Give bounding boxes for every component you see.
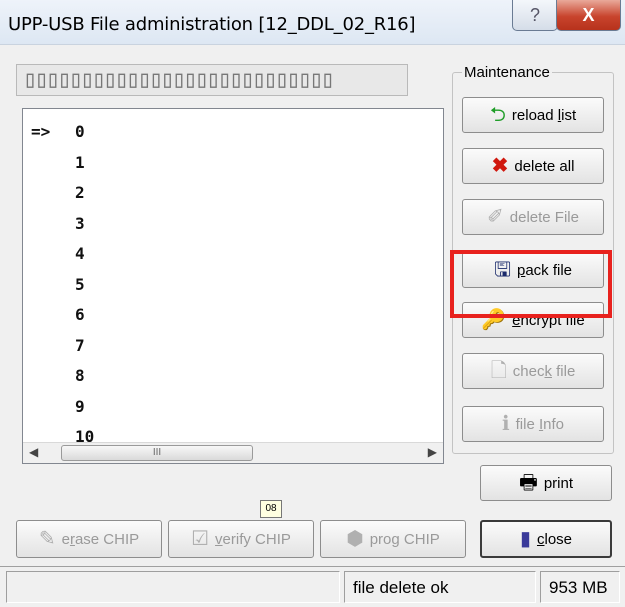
verify-chip-button[interactable]: ☑ verify CHIP — [168, 520, 314, 558]
eraser-icon: ✐ — [487, 206, 504, 228]
close-button[interactable]: ▮ close — [480, 520, 612, 558]
file-info-button[interactable]: ℹ file Info — [462, 406, 604, 442]
pencil-icon: ✎ — [38, 528, 56, 550]
horizontal-scrollbar[interactable]: ◀ III ▶ — [23, 442, 443, 463]
reload-icon: ⮌ — [489, 104, 506, 126]
list-item[interactable]: 1 — [23, 148, 443, 179]
delete-file-label: delete File — [509, 208, 579, 226]
delete-x-icon: ✖ — [491, 155, 509, 177]
list-item-label: 7 — [75, 335, 85, 355]
verify-chip-label: verify CHIP — [215, 530, 291, 548]
erase-chip-button[interactable]: ✎ erase CHIP — [16, 520, 162, 558]
list-item[interactable]: 6 — [23, 300, 443, 331]
scroll-left-icon[interactable]: ◀ — [29, 445, 38, 459]
help-icon: ? — [529, 4, 540, 25]
prog-chip-label: prog CHIP — [369, 530, 440, 548]
reload-list-label: reload list — [511, 106, 577, 124]
list-item-label: 5 — [75, 274, 85, 294]
list-item-marker: => — [31, 122, 51, 141]
check-file-label: check file — [512, 362, 576, 380]
status-bar: file delete ok 953 MB — [0, 566, 625, 607]
list-item[interactable]: 3 — [23, 209, 443, 240]
list-item-label: 8 — [75, 366, 85, 385]
list-item[interactable]: 5 — [23, 270, 443, 301]
chip-icon: ⬢ — [346, 528, 364, 550]
list-item-label: 1 — [75, 152, 85, 172]
list-item[interactable]: 7 — [23, 331, 443, 362]
delete-file-button[interactable]: ✐ delete File — [462, 199, 604, 235]
printer-icon: 🖶 — [518, 472, 538, 494]
door-icon: ▮ — [519, 528, 531, 550]
list-item-label: 9 — [75, 396, 85, 416]
encrypt-file-label: encrypt file — [512, 311, 585, 329]
status-message: file delete ok — [344, 571, 536, 603]
list-item[interactable]: 9 — [23, 392, 443, 423]
checklist-icon: ☑ — [191, 528, 210, 550]
maintenance-label: Maintenance — [462, 64, 552, 81]
prog-chip-button[interactable]: ⬢ prog CHIP — [320, 520, 466, 558]
close-icon: X — [582, 4, 595, 25]
list-item[interactable]: 2 — [23, 178, 443, 209]
help-button[interactable]: ? — [512, 0, 558, 31]
pack-file-button[interactable]: 🖫 pack file — [462, 252, 604, 288]
tooltip: 08 — [260, 500, 282, 518]
delete-all-label: delete all — [514, 157, 575, 175]
list-item[interactable]: 8 — [23, 361, 443, 392]
reload-list-button[interactable]: ⮌ reload list — [462, 97, 604, 133]
print-label: print — [543, 474, 574, 492]
print-button[interactable]: 🖶 print — [480, 465, 612, 501]
title-bar: UPP-USB File administration [12_DDL_02_R… — [0, 0, 625, 45]
list-item[interactable]: => 0 — [23, 117, 443, 148]
floppy-disk-icon: 🖫 — [493, 259, 511, 281]
list-item-label: 2 — [75, 183, 85, 202]
scroll-right-icon[interactable]: ▶ — [428, 445, 437, 459]
file-list-items: => 0 1 2 3 4 5 6 7 8 9 10 — [23, 117, 443, 453]
list-item[interactable]: 4 — [23, 239, 443, 270]
check-file-button[interactable]: 🗋 check file — [462, 353, 604, 389]
pack-file-label: pack file — [517, 261, 573, 279]
erase-chip-label: erase CHIP — [61, 530, 140, 548]
key-icon: 🔑 — [481, 309, 507, 331]
close-label: close — [536, 530, 573, 548]
list-item-label: 3 — [75, 213, 85, 233]
status-size: 953 MB — [540, 571, 620, 603]
file-info-label: file Info — [515, 415, 564, 433]
list-item-label: 0 — [75, 122, 85, 141]
status-pane-empty — [6, 571, 340, 603]
delete-all-button[interactable]: ✖ delete all — [462, 148, 604, 184]
window-title: UPP-USB File administration [12_DDL_02_R… — [8, 14, 416, 35]
list-item-label: 6 — [75, 305, 85, 324]
code-display: ▯▯▯▯▯▯▯▯▯▯▯▯▯▯▯▯▯▯▯▯▯▯▯▯▯▯▯ — [16, 64, 408, 96]
info-icon: ℹ — [502, 413, 510, 435]
scroll-thumb[interactable]: III — [61, 445, 253, 461]
encrypt-file-button[interactable]: 🔑 encrypt file — [462, 302, 604, 338]
window-close-button[interactable]: X — [556, 0, 621, 31]
document-icon: 🗋 — [490, 360, 507, 382]
list-item-label: 4 — [75, 244, 85, 263]
file-list[interactable]: => 0 1 2 3 4 5 6 7 8 9 10 ◀ III ▶ — [22, 108, 444, 464]
